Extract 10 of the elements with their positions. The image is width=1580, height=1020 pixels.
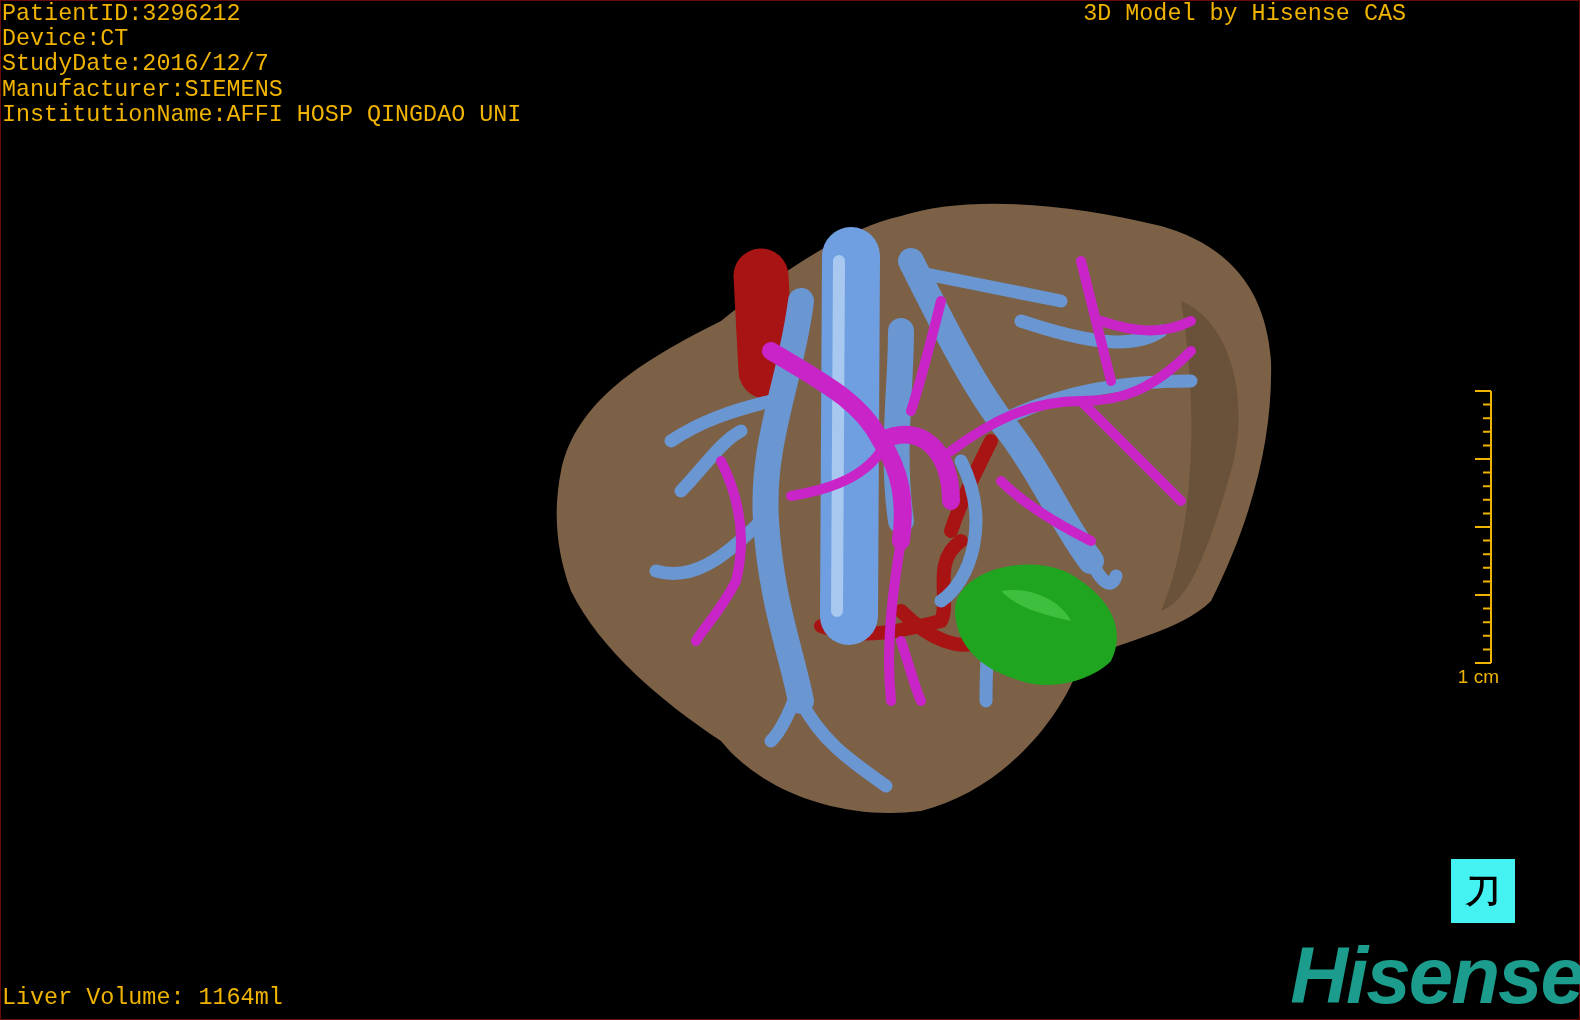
study-info-text: Device:CT	[2, 27, 129, 53]
scale-ruler-icon	[1475, 390, 1493, 665]
liver-volume-text: Liver Volume: 1164ml	[2, 985, 284, 1011]
study-info-text: Manufacturer:SIEMENS	[2, 77, 284, 103]
scale-label: 1 cm	[1457, 666, 1499, 689]
model-title: 3D Model by Hisense CAS	[1083, 2, 1406, 28]
study-info-text: PatientID:3296212	[2, 2, 242, 27]
cut-tool-button[interactable]: 刀	[1451, 859, 1515, 924]
study-info-text: StudyDate:2016/12/7	[2, 52, 270, 78]
study-info-text: InstitutionName:AFFI HOSP QINGDAO UNI	[2, 102, 522, 128]
